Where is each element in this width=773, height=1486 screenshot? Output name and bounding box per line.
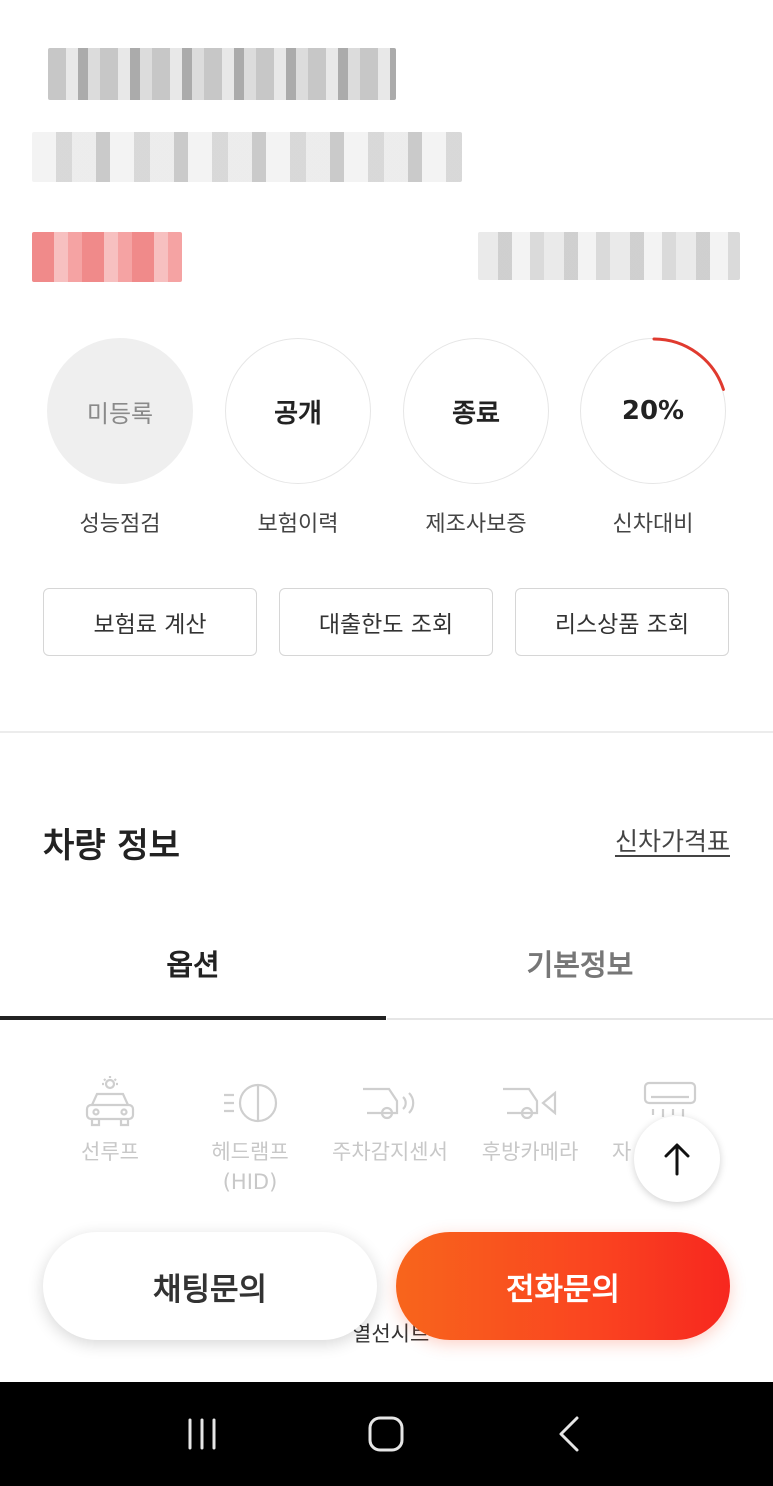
home-icon[interactable] xyxy=(356,1404,416,1464)
loan-limit-button[interactable]: 대출한도 조회 xyxy=(279,588,493,656)
blurred-meta xyxy=(478,232,740,280)
option-label: 주차감지센서 xyxy=(332,1140,448,1164)
status-label: 신차대비 xyxy=(612,512,694,537)
chat-inquiry-button[interactable]: 채팅문의 xyxy=(43,1232,377,1340)
options-grid: 선루프 헤드램프 (HID) 주차감지센서 후방카메라 자 xyxy=(40,1075,740,1215)
tab-basic-info[interactable]: 기본정보 xyxy=(387,930,773,1020)
option-item: 선루프 xyxy=(40,1075,180,1167)
parking-sensor-icon xyxy=(363,1087,415,1120)
action-buttons: 보험료 계산 대출한도 조회 리스상품 조회 xyxy=(43,588,729,656)
sunroof-icon xyxy=(85,1076,135,1127)
status-label: 성능점검 xyxy=(79,512,161,537)
lease-product-button[interactable]: 리스상품 조회 xyxy=(515,588,729,656)
new-car-price-link[interactable]: 신차가격표 xyxy=(615,822,730,858)
progress-arc xyxy=(652,337,725,391)
blurred-car-title xyxy=(48,48,396,100)
blurred-price xyxy=(32,232,182,282)
section-divider xyxy=(0,731,773,733)
headlamp-icon xyxy=(224,1083,278,1123)
status-circle: 미등록 xyxy=(47,338,193,484)
status-insurance-history[interactable]: 공개 보험이력 xyxy=(225,338,371,538)
status-label: 보험이력 xyxy=(257,512,339,537)
rear-camera-icon xyxy=(503,1087,557,1120)
status-value: 공개 xyxy=(274,398,322,429)
system-nav-bar xyxy=(0,1382,773,1486)
status-label: 제조사보증 xyxy=(425,512,527,537)
back-icon[interactable] xyxy=(541,1404,601,1464)
recent-apps-icon[interactable] xyxy=(172,1404,232,1464)
option-item: 후방카메라 xyxy=(460,1075,600,1167)
status-circle: 공개 xyxy=(225,338,371,484)
insurance-calc-button[interactable]: 보험료 계산 xyxy=(43,588,257,656)
option-label: 후방카메라 xyxy=(481,1140,579,1164)
blurred-car-subtitle xyxy=(32,132,462,182)
vehicle-info-title: 차량 정보 xyxy=(43,826,180,866)
tab-options[interactable]: 옵션 xyxy=(0,930,386,1020)
status-circles: 미등록 성능점검 공개 보험이력 종료 제조사보증 20% 신차대비 xyxy=(47,337,727,538)
status-performance-check[interactable]: 미등록 성능점검 xyxy=(47,338,193,538)
vehicle-info-tabs: 옵션 기본정보 xyxy=(0,930,773,1020)
status-circle: 20% xyxy=(580,337,726,484)
option-item: 헤드램프 (HID) xyxy=(180,1075,320,1197)
status-value: 미등록 xyxy=(86,399,154,428)
option-label: 헤드램프 (HID) xyxy=(211,1140,289,1194)
status-value: 종료 xyxy=(452,398,500,429)
arrow-up-icon xyxy=(664,1143,690,1176)
option-item: 주차감지센서 xyxy=(320,1075,460,1167)
option-label: 선루프 xyxy=(81,1140,139,1164)
scroll-top-button[interactable] xyxy=(634,1116,720,1202)
status-vs-new-car[interactable]: 20% 신차대비 xyxy=(580,337,726,538)
status-manufacturer-warranty[interactable]: 종료 제조사보증 xyxy=(403,338,549,538)
status-circle: 종료 xyxy=(403,338,549,484)
call-inquiry-button[interactable]: 전화문의 xyxy=(396,1232,730,1340)
